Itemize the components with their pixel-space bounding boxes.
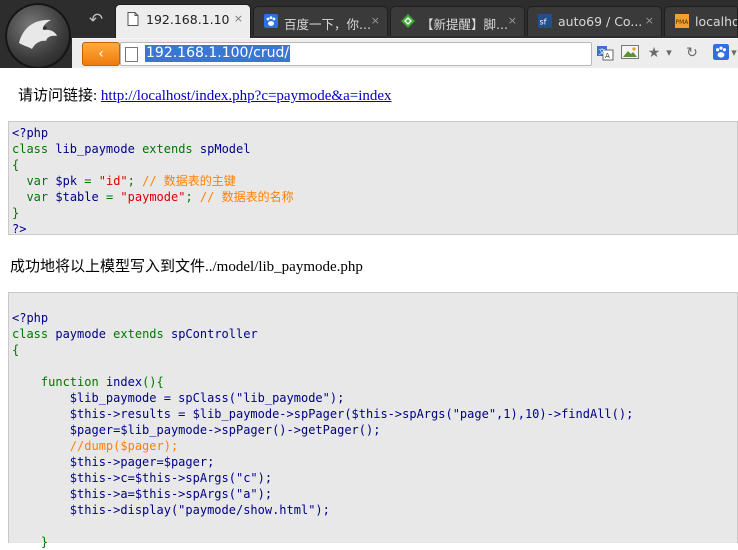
code-line: $this->a=$this->spArgs("a"); [69,487,273,501]
code-token: } [12,206,20,220]
image-icon[interactable] [621,44,639,62]
code-line: $pager=$lib_paymode->spPager()->getPager… [69,423,381,437]
code-token: ; [185,190,193,204]
code-token: $table [55,190,99,204]
code-token: extends [142,142,193,156]
code-token: function [40,375,99,389]
sf-icon: sf [537,14,552,29]
code-token: lib_paymode [55,142,135,156]
baidu-paw-icon [263,14,278,29]
dropdown-icon[interactable]: ▾ [730,44,738,62]
code-token: spModel [199,142,251,156]
translate-icon[interactable]: 文A [596,44,614,62]
svg-text:PMA: PMA [675,19,689,26]
code-token: spController [170,327,258,341]
code-token: class [12,142,49,156]
tab-label: 192.168.1.10 [146,12,230,27]
tab-new-reminder[interactable]: 【新提醒】脚... × [390,6,525,36]
visit-link-line: 请访问链接: http://localhost/index.php?c=paym… [18,84,392,105]
code-token: var [26,190,49,204]
code-token: $pk [55,174,78,188]
browser-logo-icon[interactable] [5,3,71,69]
code-token: <?php [12,126,49,140]
close-icon[interactable]: × [645,14,654,27]
code-token: ?> [12,222,27,236]
tab-192-168-1-10[interactable]: 192.168.1.10 × [115,4,251,38]
code-token: { [12,158,20,172]
close-icon[interactable]: × [371,14,380,27]
visit-prefix: 请访问链接: [18,88,98,104]
svg-text:A: A [605,52,610,60]
tab-label: localhos [695,14,737,29]
tab-label: auto69 / Co... [558,14,643,29]
visit-link[interactable]: http://localhost/index.php?c=paymode&a=i… [101,88,392,104]
diamond-icon [400,14,415,29]
code-token: "id" [98,174,128,188]
code-token: = [77,174,99,188]
tab-baidu[interactable]: 百度一下，你... × [253,6,388,36]
reload-icon[interactable]: ↻ [684,44,700,62]
code-line: $this->display("paymode/show.html"); [69,503,330,517]
close-icon[interactable]: × [234,12,243,25]
code-token: ; [127,174,135,188]
code-token: extends [113,327,164,341]
code-comment: // 数据表的名称 [199,190,294,204]
address-input[interactable]: 192.168.1.100/crud/ [145,45,291,62]
code-token: } [40,535,49,549]
page-icon [125,47,138,62]
code-line: $this->pager=$pager; [69,455,215,469]
controller-code-block: <?php class paymode extends spController {… [8,292,738,549]
tab-auto69[interactable]: sf auto69 / Co... × [527,6,662,36]
baidu-paw-icon[interactable] [712,44,730,62]
code-line: $lib_paymode = spClass("lib_paymode"); [69,391,345,405]
back-button[interactable]: ‹ [82,42,120,66]
code-token: { [12,343,20,357]
code-token: var [26,174,49,188]
success-message: 成功地将以上模型写入到文件../model/lib_paymode.php [10,259,363,275]
history-back-icon[interactable]: ↶ [84,9,108,31]
tab-localhost[interactable]: PMA localhos [664,6,738,36]
pma-icon: PMA [674,14,689,29]
tab-label: 【新提醒】脚... [421,17,508,32]
code-token: (){ [142,375,164,389]
code-token: class [12,327,49,341]
code-token: paymode [55,327,106,341]
page-content: 请访问链接: http://localhost/index.php?c=paym… [0,68,738,549]
code-comment: // 数据表的主键 [142,174,236,188]
dropdown-icon[interactable]: ▾ [664,44,674,62]
document-icon [125,12,140,27]
address-bar[interactable]: 192.168.1.100/crud/ [120,42,592,66]
code-token: index [105,375,143,389]
code-token: "paymode" [120,190,186,204]
code-line: $this->results = $lib_paymode->spPager($… [69,407,634,421]
model-code-block: <?php class lib_paymode extends spModel{ … [8,121,738,236]
code-token: = [98,190,121,204]
tab-label: 百度一下，你... [284,17,371,32]
code-token: <?php [12,311,49,325]
star-icon[interactable]: ★ [646,44,662,62]
svg-text:sf: sf [539,18,546,27]
code-line: $this->c=$this->spArgs("c"); [69,471,273,485]
browser-chrome: ↶ 192.168.1.10 × 百度一下，你... × 【新提醒】脚... ×… [0,0,738,69]
code-comment: //dump($pager); [69,439,179,453]
navigation-bar: ‹ 192.168.1.100/crud/ 文A ★ ▾ ↻ ▾ [72,38,738,69]
close-icon[interactable]: × [508,14,517,27]
